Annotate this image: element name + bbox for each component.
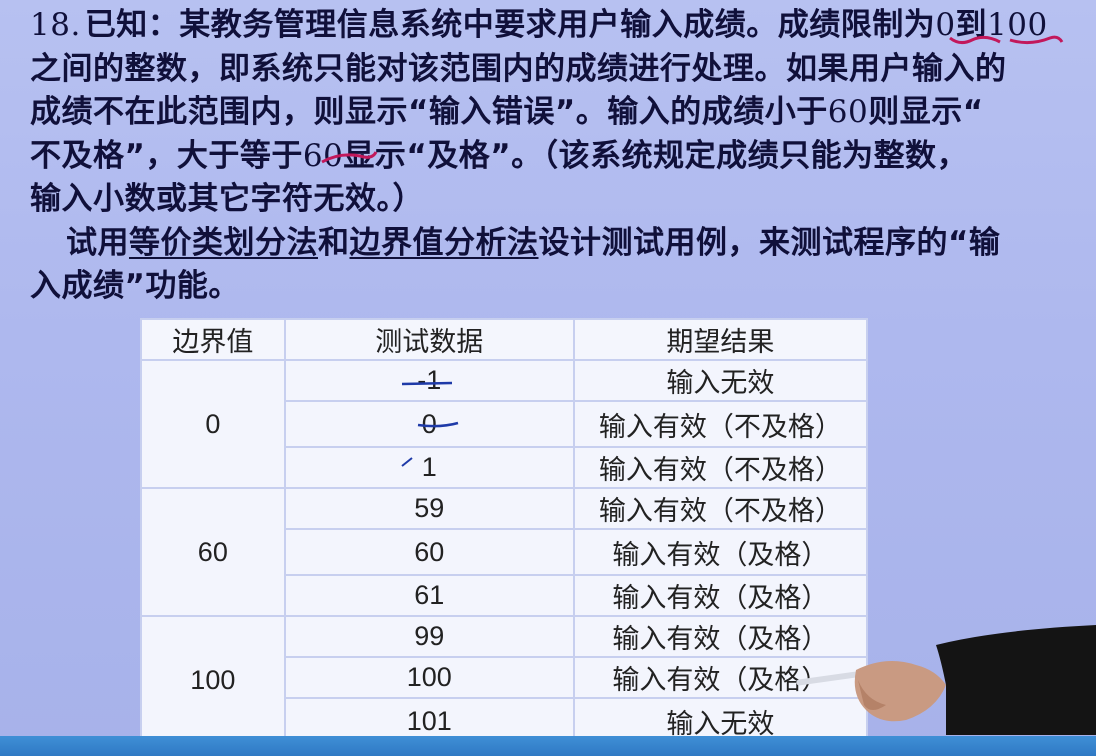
expected-result-cell: 输入无效 [572,359,869,402]
expected-result-cell: 输入有效（及格） [572,574,869,617]
problem-statement: 18. 已知：某教务管理信息系统中要求用户输入成绩。成绩限制为0到100 之间的整… [30,4,1070,309]
table-row: 0 -1 输入无效 [140,359,869,489]
test-data-cell: 0 [283,400,575,448]
equivalence-partitioning-term: 等价类划分法 [129,224,318,261]
expected-result-cell: 输入有效（不及格） [572,446,869,489]
test-data-cell: 1 [283,446,575,489]
test-data-cell: 59 [283,487,575,530]
boundary-value-analysis-term: 边界值分析法 [349,224,539,261]
problem-line-4: 不及格”，大于等于60显示“及格”。（该系统规定成绩只能为整数， [30,137,969,174]
presenter-hand-image [796,625,1096,735]
test-data-cell: 100 [283,656,575,699]
boundary-cell: 100 [140,615,286,745]
problem-line-3: 成绩不在此范围内，则显示“输入错误”。输入的成绩小于60则显示“ [30,94,984,130]
boundary-value-table: 边界值 测试数据 期望结果 0 -1 输入无效 0 输入有效（不及格） 1 输入… [140,318,869,745]
bottom-bar [0,736,1096,756]
problem-line-5: 输入小数或其它字符无效。） [30,181,424,217]
table-header-row: 边界值 测试数据 期望结果 [140,318,869,361]
problem-line-1: 18. 已知：某教务管理信息系统中要求用户输入成绩。成绩限制为0到100 [30,7,1048,43]
test-data-cell: -1 [283,359,575,402]
expected-result-cell: 输入有效（及格） [572,528,869,576]
boundary-cell: 0 [140,359,286,489]
test-data-cell: 60 [283,528,575,576]
problem-line-6: 试用等价类划分法和边界值分析法设计测试用例，来测试程序的“输 [66,224,1001,261]
slide: 18. 已知：某教务管理信息系统中要求用户输入成绩。成绩限制为0到100 之间的整… [0,0,1096,756]
boundary-cell: 60 [140,487,286,617]
problem-number: 18. [30,7,81,43]
header-boundary: 边界值 [140,318,286,361]
expected-result-cell: 输入有效（不及格） [572,487,869,530]
problem-line-2: 之间的整数，即系统只能对该范围内的成绩进行处理。如果用户输入的 [30,50,1007,87]
expected-result-cell: 输入有效（不及格） [572,400,869,448]
table-row: 100 99 输入有效（及格） [140,615,869,745]
test-data-cell: 99 [283,615,575,658]
table-row: 60 59 输入有效（不及格） [140,487,869,617]
problem-line-7: 入成绩”功能。 [30,268,240,304]
test-data-cell: 61 [283,574,575,617]
header-expected-result: 期望结果 [572,318,869,361]
header-test-data: 测试数据 [283,318,575,361]
